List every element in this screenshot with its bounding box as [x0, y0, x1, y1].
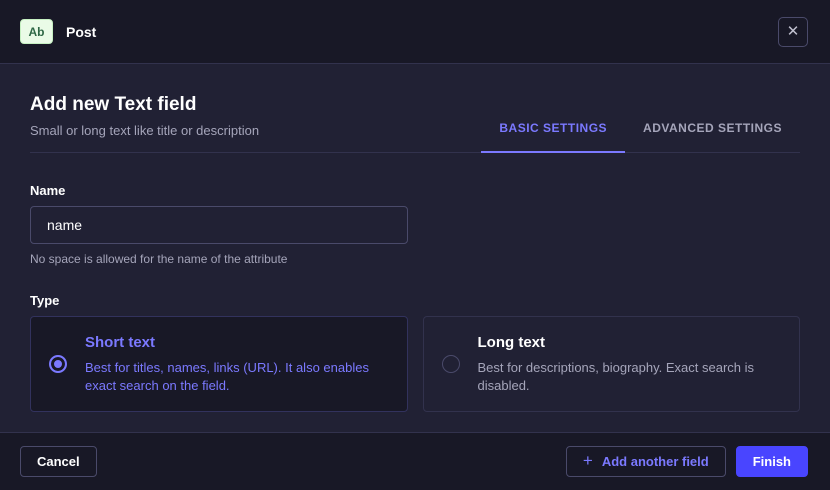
content-type-title: Post [66, 24, 96, 40]
name-field-hint: No space is allowed for the name of the … [30, 252, 800, 266]
close-button[interactable]: ✕ [778, 17, 808, 47]
long-text-title: Long text [478, 334, 784, 351]
title-tabs-row: Add new Text field Small or long text li… [30, 94, 800, 153]
radio-selected-icon[interactable] [49, 355, 67, 373]
short-text-title: Short text [85, 334, 391, 351]
type-options: Short text Best for titles, names, links… [30, 316, 800, 412]
tab-advanced-settings[interactable]: ADVANCED SETTINGS [625, 115, 800, 153]
text-field-type-icon: Ab [20, 19, 53, 44]
type-section: Type Short text Best for titles, names, … [30, 293, 800, 412]
plus-icon: + [583, 452, 593, 469]
name-field-section: Name No space is allowed for the name of… [30, 183, 800, 266]
dialog-title: Add new Text field [30, 94, 481, 116]
modal-body: Add new Text field Small or long text li… [0, 64, 830, 432]
type-option-long-text[interactable]: Long text Best for descriptions, biograp… [423, 316, 801, 412]
title-block: Add new Text field Small or long text li… [30, 94, 481, 152]
radio-unselected-icon[interactable] [442, 355, 460, 373]
add-another-field-label: Add another field [602, 454, 709, 469]
modal-header: Ab Post ✕ [0, 0, 830, 64]
short-text-description: Best for titles, names, links (URL). It … [85, 359, 391, 394]
cancel-button[interactable]: Cancel [20, 446, 97, 477]
add-another-field-button[interactable]: + Add another field [566, 446, 726, 477]
long-text-texts: Long text Best for descriptions, biograp… [478, 334, 784, 394]
add-field-modal: Ab Post ✕ Add new Text field Small or lo… [0, 0, 830, 490]
type-label: Type [30, 293, 800, 308]
long-text-description: Best for descriptions, biography. Exact … [478, 359, 784, 394]
dialog-subtitle: Small or long text like title or descrip… [30, 123, 481, 138]
close-icon: ✕ [787, 24, 800, 39]
modal-footer: Cancel + Add another field Finish [0, 432, 830, 490]
finish-button[interactable]: Finish [736, 446, 808, 477]
short-text-texts: Short text Best for titles, names, links… [85, 334, 391, 394]
name-field-label: Name [30, 183, 800, 198]
name-input[interactable] [30, 206, 408, 244]
settings-tabs: BASIC SETTINGS ADVANCED SETTINGS [481, 94, 800, 152]
tab-basic-settings[interactable]: BASIC SETTINGS [481, 115, 625, 153]
type-option-short-text[interactable]: Short text Best for titles, names, links… [30, 316, 408, 412]
